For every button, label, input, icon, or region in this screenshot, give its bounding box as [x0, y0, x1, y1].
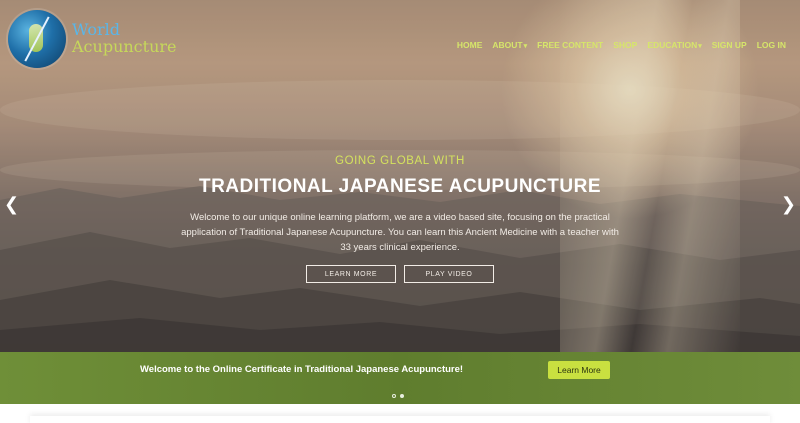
- content-card: [30, 416, 770, 423]
- play-video-button[interactable]: PLAY VIDEO: [404, 265, 494, 283]
- banner-learn-more-button[interactable]: Learn More: [548, 361, 610, 379]
- nav-log-in[interactable]: LOG IN: [757, 40, 786, 50]
- site-logo[interactable]: World Acupuncture: [8, 10, 176, 68]
- carousel-dot-active[interactable]: [400, 394, 404, 398]
- hero-description: Welcome to our unique online learning pl…: [181, 212, 619, 253]
- nav-shop[interactable]: SHOP: [613, 40, 637, 50]
- hero-headline: TRADITIONAL JAPANESE ACUPUNCTURE: [198, 176, 601, 197]
- chevron-right-icon[interactable]: ❯: [781, 194, 796, 215]
- nav-sign-up[interactable]: SIGN UP: [712, 40, 747, 50]
- carousel-dots: [392, 394, 404, 398]
- page-below-fold: [0, 404, 800, 423]
- banner-text: Welcome to the Online Certificate in Tra…: [140, 364, 464, 375]
- caret-down-icon: ▾: [698, 43, 702, 50]
- hero-content: GOING GLOBAL WITH TRADITIONAL JAPANESE A…: [0, 155, 800, 283]
- logo-text: World Acupuncture: [72, 21, 177, 56]
- nav-about[interactable]: ABOUT▾: [492, 40, 527, 50]
- nav-free-content[interactable]: FREE CONTENT: [537, 40, 603, 50]
- logo-line-2: Acupuncture: [72, 37, 177, 56]
- hero-buttons: LEARN MORE PLAY VIDEO: [0, 265, 800, 283]
- hero-eyebrow: GOING GLOBAL WITH: [335, 155, 465, 167]
- caret-down-icon: ▾: [523, 43, 528, 50]
- main-nav: HOME ABOUT▾ FREE CONTENT SHOP EDUCATION▾…: [457, 40, 786, 50]
- nav-education[interactable]: EDUCATION▾: [647, 40, 701, 50]
- carousel-dot[interactable]: [392, 394, 396, 398]
- hero-slider: World Acupuncture HOME ABOUT▾ FREE CONTE…: [0, 0, 800, 352]
- yin-yang-needle-icon: [8, 10, 66, 68]
- nav-about-label: ABOUT: [492, 40, 523, 50]
- chevron-left-icon[interactable]: ❮: [4, 194, 19, 215]
- learn-more-button[interactable]: LEARN MORE: [306, 265, 396, 283]
- nav-education-label: EDUCATION: [647, 40, 698, 50]
- nav-home[interactable]: HOME: [457, 40, 483, 50]
